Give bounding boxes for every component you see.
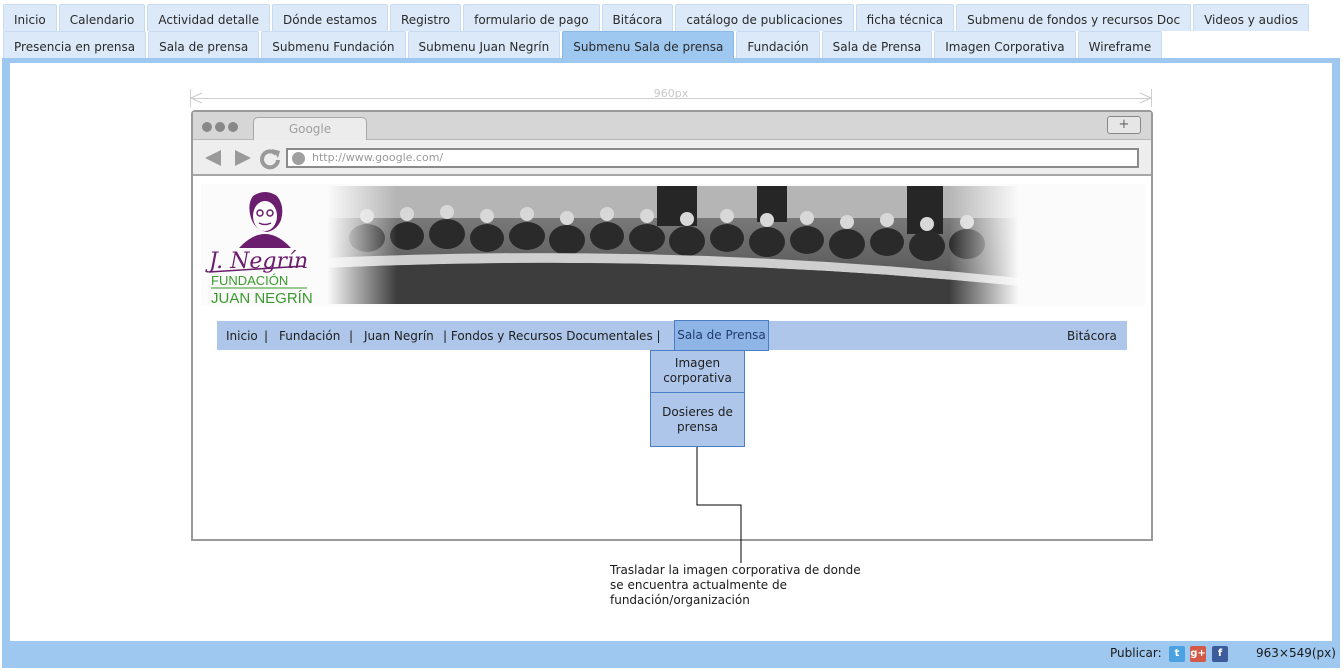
nav-fundacion[interactable]: Fundación xyxy=(279,321,340,350)
dimensions-readout: 963×549(px) xyxy=(1256,646,1336,660)
browser-titlebar: Google + xyxy=(193,112,1151,140)
page-tab-wireframe[interactable]: Wireframe xyxy=(1077,31,1163,58)
annotation-note: Trasladar la imagen corporativa de donde… xyxy=(610,563,861,607)
footer-bar: Publicar: t g+ f 963×549(px) xyxy=(2,641,1340,668)
nav-bitacora[interactable]: Bitácora xyxy=(1067,321,1117,350)
url-bar[interactable]: http://www.google.com/ xyxy=(286,148,1139,168)
page-tab-submenu-de-fondos-y-recursos-doc[interactable]: Submenu de fondos y recursos Doc xyxy=(956,4,1192,31)
site-nav: Inicio | Fundación | Juan Negrín | Fondo… xyxy=(217,320,1127,351)
annotation-connector xyxy=(696,447,742,563)
page-frame: 960px Google + http://www.google.com/ J.… xyxy=(2,58,1340,668)
nav-separator: | xyxy=(349,329,354,343)
publish-label: Publicar: xyxy=(1110,646,1162,660)
page-tab-inicio[interactable]: Inicio xyxy=(3,4,57,31)
page-tab-imagen-corporativa[interactable]: Imagen Corporativa xyxy=(934,31,1076,58)
page-tab-sala-de-prensa[interactable]: Sala de Prensa xyxy=(821,31,933,58)
logo-signature: J. Negrín xyxy=(205,249,308,274)
nav-fondos[interactable]: | Fondos y Recursos Documentales | xyxy=(443,321,661,350)
google-plus-icon[interactable]: g+ xyxy=(1190,646,1206,662)
forward-arrow-icon[interactable] xyxy=(233,148,253,168)
wireframe-canvas: 960px Google + http://www.google.com/ J.… xyxy=(10,63,1332,641)
logo-juan-negrin: JUAN NEGRÍN xyxy=(211,290,313,304)
page-tabs-row-2: Presencia en prensa Sala de prensa Submenu… xyxy=(3,31,1164,58)
globe-icon xyxy=(292,152,305,165)
twitter-icon[interactable]: t xyxy=(1169,646,1185,662)
width-ruler: 960px xyxy=(190,87,1152,109)
dropdown-item-dosieres[interactable]: Dosieres de prensa xyxy=(651,392,744,446)
page-tab-registro[interactable]: Registro xyxy=(389,4,462,31)
window-dot-icon[interactable] xyxy=(215,122,225,132)
historic-photo xyxy=(327,186,1019,304)
window-controls xyxy=(202,122,241,132)
page-tab-submenu-fundacion[interactable]: Submenu Fundación xyxy=(261,31,406,58)
page-tab-donde-estamos[interactable]: Dónde estamos xyxy=(272,4,388,31)
page-tab-sala-de-prensa[interactable]: Sala de prensa xyxy=(148,31,260,58)
ruler-label: 960px xyxy=(653,87,689,100)
nav-juan-negrin[interactable]: Juan Negrín xyxy=(364,321,434,350)
window-dot-icon[interactable] xyxy=(228,122,238,132)
page-tab-catalogo-de-publicaciones[interactable]: catálogo de publicaciones xyxy=(675,4,854,31)
page-tab-videos-y-audios[interactable]: Videos y audios xyxy=(1193,4,1310,31)
page-tabs-row-1: Inicio Calendario Actividad detalle Dónde e… xyxy=(3,4,1311,31)
facebook-icon[interactable]: f xyxy=(1212,646,1228,662)
fundacion-logo: J. Negrín FUNDACIÓN JUAN NEGRÍN xyxy=(205,192,313,304)
page-tab-submenu-juan-negrin[interactable]: Submenu Juan Negrín xyxy=(407,31,561,58)
browser-tab[interactable]: Google xyxy=(253,117,367,140)
logo-fundacion: FUNDACIÓN xyxy=(211,273,288,288)
page-tab-submenu-sala-de-prensa[interactable]: Submenu Sala de prensa xyxy=(562,31,735,58)
nav-separator: | xyxy=(264,329,269,343)
page-tab-ficha-tecnica[interactable]: ficha técnica xyxy=(855,4,955,31)
url-text: http://www.google.com/ xyxy=(312,151,444,164)
page-tab-calendario[interactable]: Calendario xyxy=(58,4,146,31)
page-tab-formulario-de-pago[interactable]: formulario de pago xyxy=(463,4,600,31)
new-tab-button[interactable]: + xyxy=(1107,116,1141,134)
reload-icon[interactable] xyxy=(259,148,281,170)
page-tab-bitacora[interactable]: Bitácora xyxy=(601,4,674,31)
page-tab-fundacion[interactable]: Fundación xyxy=(736,31,820,58)
nav-inicio[interactable]: Inicio xyxy=(226,321,258,350)
site-header: J. Negrín FUNDACIÓN JUAN NEGRÍN xyxy=(201,184,1145,306)
dropdown-item-imagen-corporativa[interactable]: Imagen corporativa xyxy=(651,350,744,392)
nav-sala-prensa[interactable]: Sala de Prensa xyxy=(674,320,769,351)
sala-prensa-dropdown: Imagen corporativa Dosieres de prensa xyxy=(650,350,745,447)
back-arrow-icon[interactable] xyxy=(203,148,223,168)
browser-mockup: Google + http://www.google.com/ J. Negrí… xyxy=(191,110,1153,541)
window-dot-icon[interactable] xyxy=(202,122,212,132)
page-tab-presencia-en-prensa[interactable]: Presencia en prensa xyxy=(3,31,147,58)
page-tab-actividad-detalle[interactable]: Actividad detalle xyxy=(147,4,270,31)
browser-navbar: http://www.google.com/ xyxy=(193,140,1151,176)
